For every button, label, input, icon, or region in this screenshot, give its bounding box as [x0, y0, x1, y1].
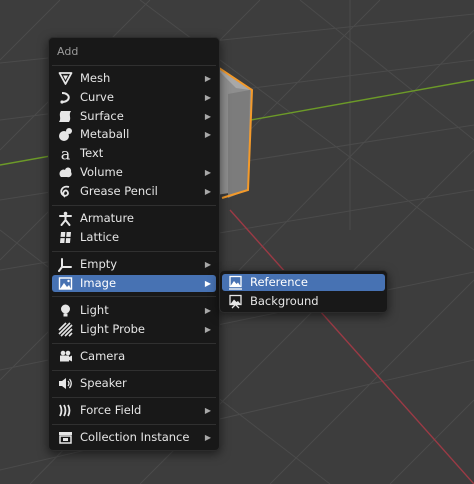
armature-icon [58, 211, 73, 226]
mesh-icon [58, 71, 73, 86]
menu-item-light-probe[interactable]: Light Probe ▶ [52, 321, 216, 338]
menu-item-label: Armature [80, 211, 134, 225]
volume-icon [58, 165, 73, 180]
menu-item-mesh[interactable]: Mesh ▶ [52, 70, 216, 87]
menu-separator [52, 205, 216, 206]
curve-icon [58, 90, 73, 105]
menu-item-collection-instance[interactable]: Collection Instance ▶ [52, 429, 216, 446]
image-reference-icon [228, 275, 243, 290]
camera-icon [58, 349, 73, 364]
menu-item-surface[interactable]: Surface ▶ [52, 108, 216, 125]
empty-icon [58, 257, 73, 272]
text-icon: a [58, 146, 73, 161]
menu-item-force-field[interactable]: Force Field ▶ [52, 402, 216, 419]
submenu-arrow-icon: ▶ [204, 130, 211, 139]
menu-item-label: Image [80, 276, 117, 290]
grease-pencil-icon [58, 184, 73, 199]
submenu-arrow-icon: ▶ [204, 325, 211, 334]
menu-item-label: Speaker [80, 376, 127, 390]
submenu-arrow-icon: ▶ [204, 260, 211, 269]
menu-item-text[interactable]: a Text [52, 145, 216, 162]
menu-separator [52, 251, 216, 252]
menu-item-metaball[interactable]: Metaball ▶ [52, 126, 216, 143]
menu-item-label: Background [250, 294, 319, 308]
lattice-icon [58, 230, 73, 245]
menu-item-label: Collection Instance [80, 430, 190, 444]
menu-item-reference[interactable]: Reference [222, 274, 385, 291]
menu-item-speaker[interactable]: Speaker [52, 375, 216, 392]
menu-item-grease-pencil[interactable]: Grease Pencil ▶ [52, 183, 216, 200]
collection-instance-icon [58, 430, 73, 445]
menu-separator [52, 296, 216, 297]
menu-item-label: Light [80, 303, 109, 317]
metaball-icon [58, 127, 73, 142]
submenu-arrow-icon: ▶ [204, 406, 211, 415]
menu-item-label: Lattice [80, 230, 120, 244]
menu-separator [52, 397, 216, 398]
menu-separator [52, 343, 216, 344]
submenu-arrow-icon: ▶ [204, 112, 211, 121]
menu-item-volume[interactable]: Volume ▶ [52, 164, 216, 181]
speaker-icon [58, 376, 73, 391]
menu-separator [52, 65, 216, 66]
menu-item-label: Curve [80, 90, 114, 104]
menu-item-empty[interactable]: Empty ▶ [52, 256, 216, 273]
menu-item-background[interactable]: Background [222, 293, 385, 310]
submenu-arrow-icon: ▶ [204, 306, 211, 315]
menu-item-label: Light Probe [80, 322, 145, 336]
menu-item-label: Volume [80, 165, 123, 179]
menu-item-light[interactable]: Light ▶ [52, 302, 216, 319]
menu-item-label: Empty [80, 257, 118, 271]
submenu-arrow-icon: ▶ [204, 433, 211, 442]
menu-separator [52, 424, 216, 425]
image-submenu: Reference Background [219, 270, 388, 313]
menu-title: Add [57, 45, 79, 58]
submenu-arrow-icon: ▶ [204, 187, 211, 196]
menu-item-label: Reference [250, 275, 308, 289]
menu-item-label: Surface [80, 109, 124, 123]
menu-item-lattice[interactable]: Lattice [52, 229, 216, 246]
submenu-arrow-icon: ▶ [204, 279, 211, 288]
image-icon [58, 276, 73, 291]
menu-item-label: Mesh [80, 71, 111, 85]
submenu-arrow-icon: ▶ [204, 93, 211, 102]
menu-item-image[interactable]: Image ▶ [52, 275, 216, 292]
menu-item-label: Metaball [80, 127, 130, 141]
image-background-icon [228, 294, 243, 309]
svg-text:a: a [61, 146, 71, 161]
menu-item-label: Camera [80, 349, 126, 363]
surface-icon [58, 109, 73, 124]
menu-item-label: Text [80, 146, 104, 160]
menu-separator [52, 370, 216, 371]
light-icon [58, 303, 73, 318]
light-probe-icon [58, 322, 73, 337]
force-field-icon [58, 403, 73, 418]
menu-item-camera[interactable]: Camera [52, 348, 216, 365]
menu-item-curve[interactable]: Curve ▶ [52, 89, 216, 106]
submenu-arrow-icon: ▶ [204, 74, 211, 83]
menu-item-label: Force Field [80, 403, 142, 417]
submenu-arrow-icon: ▶ [204, 168, 211, 177]
menu-item-label: Grease Pencil [80, 184, 158, 198]
menu-item-armature[interactable]: Armature [52, 210, 216, 227]
add-menu: Add Mesh ▶ Curve ▶ Surface ▶ Metaball ▶ … [48, 37, 220, 451]
